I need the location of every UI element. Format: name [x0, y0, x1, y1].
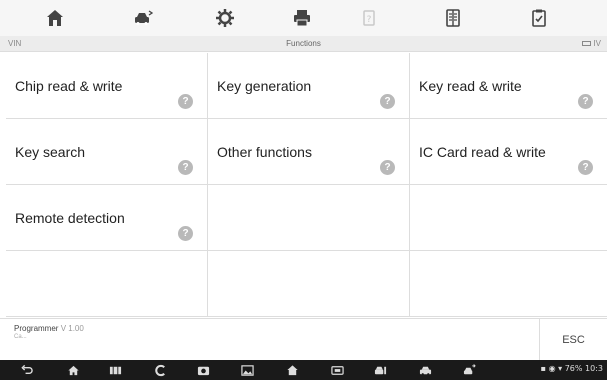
empty-cell — [208, 185, 410, 251]
header-info-bar: VIN Functions IV — [0, 36, 607, 52]
back-icon[interactable] — [19, 363, 33, 377]
function-ic-card-read-write[interactable]: IC Card read & write ? — [410, 119, 607, 185]
screenshot-camera-icon[interactable] — [196, 363, 210, 377]
function-key-generation[interactable]: Key generation ? — [208, 53, 410, 119]
function-other-functions[interactable]: Other functions ? — [208, 119, 410, 185]
recent-apps-icon[interactable] — [108, 363, 122, 377]
home-nav-icon[interactable] — [66, 363, 80, 377]
report-icon[interactable] — [527, 6, 551, 30]
function-key-search[interactable]: Key search ? — [6, 119, 208, 185]
page-title: Functions — [286, 39, 321, 48]
function-remote-detection[interactable]: Remote detection ? — [6, 185, 208, 251]
top-toolbar: ? — [0, 0, 607, 36]
browser-icon[interactable] — [153, 363, 167, 377]
program-subtext: Ca... — [14, 334, 27, 340]
home-icon[interactable] — [43, 6, 67, 30]
wifi-icon: ▪ ◉ ▾ — [540, 364, 563, 373]
vehicle-data-icon[interactable] — [373, 363, 387, 377]
help-icon[interactable]: ? — [380, 94, 395, 109]
function-grid: Chip read & write ? Key generation ? Key… — [6, 53, 607, 317]
system-status: ▪ ◉ ▾ 76% 10:3 — [541, 364, 603, 373]
function-key-read-write[interactable]: Key read & write ? — [410, 53, 607, 119]
empty-cell — [410, 185, 607, 251]
footer-bar: Programmer V 1.00 Ca... ESC — [0, 318, 607, 360]
battery-time-text: 76% 10:3 — [564, 364, 603, 373]
car-icon[interactable] — [418, 363, 432, 377]
function-label: Chip read & write — [15, 78, 123, 94]
settings-gear-icon[interactable] — [213, 6, 237, 30]
function-chip-read-write[interactable]: Chip read & write ? — [6, 53, 208, 119]
help-icon[interactable]: ? — [578, 94, 593, 109]
status-indicator: IV — [582, 39, 601, 48]
function-label: Other functions — [217, 144, 312, 160]
help-icon[interactable]: ? — [178, 94, 193, 109]
data-record-icon[interactable] — [441, 6, 465, 30]
vehicle-swap-nav-icon[interactable] — [462, 363, 476, 377]
program-name: Programmer — [14, 324, 59, 333]
print-icon[interactable] — [290, 6, 314, 30]
home-app-icon[interactable] — [285, 363, 299, 377]
program-version: V 1.00 — [60, 324, 84, 333]
help-icon[interactable]: ? — [578, 160, 593, 175]
vehicle-swap-icon[interactable] — [131, 6, 155, 30]
function-label: Key read & write — [419, 78, 522, 94]
esc-button[interactable]: ESC — [539, 319, 607, 360]
function-label: Remote detection — [15, 210, 125, 226]
empty-cell — [410, 251, 607, 317]
system-navbar: ▪ ◉ ▾ 76% 10:3 — [0, 360, 607, 380]
function-label: IC Card read & write — [419, 144, 546, 160]
image-icon[interactable] — [240, 363, 254, 377]
function-label: Key generation — [217, 78, 312, 94]
empty-cell — [208, 251, 410, 317]
vci-icon[interactable] — [330, 363, 344, 377]
voltage-label: IV — [593, 39, 601, 48]
help-icon[interactable]: ? — [178, 226, 193, 241]
svg-text:?: ? — [367, 15, 372, 25]
empty-cell — [6, 251, 208, 317]
function-label: Key search — [15, 144, 86, 160]
program-info: Programmer V 1.00 — [14, 324, 84, 333]
help-icon[interactable]: ? — [380, 160, 395, 175]
help-disabled-icon: ? — [357, 6, 381, 30]
help-icon[interactable]: ? — [178, 160, 193, 175]
battery-icon — [582, 41, 592, 47]
